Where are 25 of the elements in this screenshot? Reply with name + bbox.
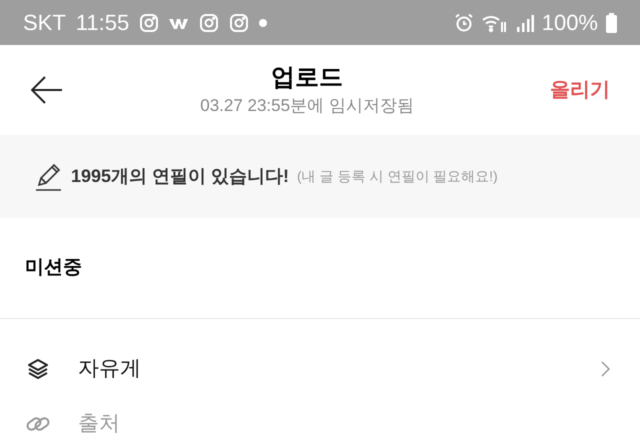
option-label: 출처 xyxy=(78,410,120,437)
layers-icon xyxy=(27,358,49,380)
hint-text: (내 글 등록 시 연필이 필요해요!) xyxy=(297,167,498,186)
option-row[interactable]: 출처 xyxy=(0,396,640,440)
camera-icon xyxy=(139,12,160,32)
section-title: 미션중 xyxy=(25,256,82,280)
app-logo-icon xyxy=(169,16,190,28)
camera-icon xyxy=(199,12,220,32)
pencil-count-text: 1995개의 연필이 있습니다! xyxy=(71,165,290,188)
option-row[interactable]: 자유게 xyxy=(0,341,640,396)
option-label: 자유게 xyxy=(78,356,141,382)
autosave-text: 03.27 23:55분에 임시저장됨 xyxy=(200,95,414,117)
clock-text: 11:55 xyxy=(76,9,130,37)
dot-icon xyxy=(259,18,268,26)
carrier-text: SKT xyxy=(23,9,66,37)
battery-icon xyxy=(606,12,617,32)
back-arrow-icon xyxy=(31,76,63,104)
pencil-icon xyxy=(35,162,63,190)
chevron-right-icon xyxy=(601,360,610,376)
battery-text: 100% xyxy=(542,9,598,37)
page-title: 업로드 xyxy=(271,63,343,93)
alarm-icon xyxy=(454,12,474,32)
camera-icon xyxy=(229,12,250,32)
post-button[interactable]: 올리기 xyxy=(550,75,610,105)
signal-icon xyxy=(516,14,534,32)
